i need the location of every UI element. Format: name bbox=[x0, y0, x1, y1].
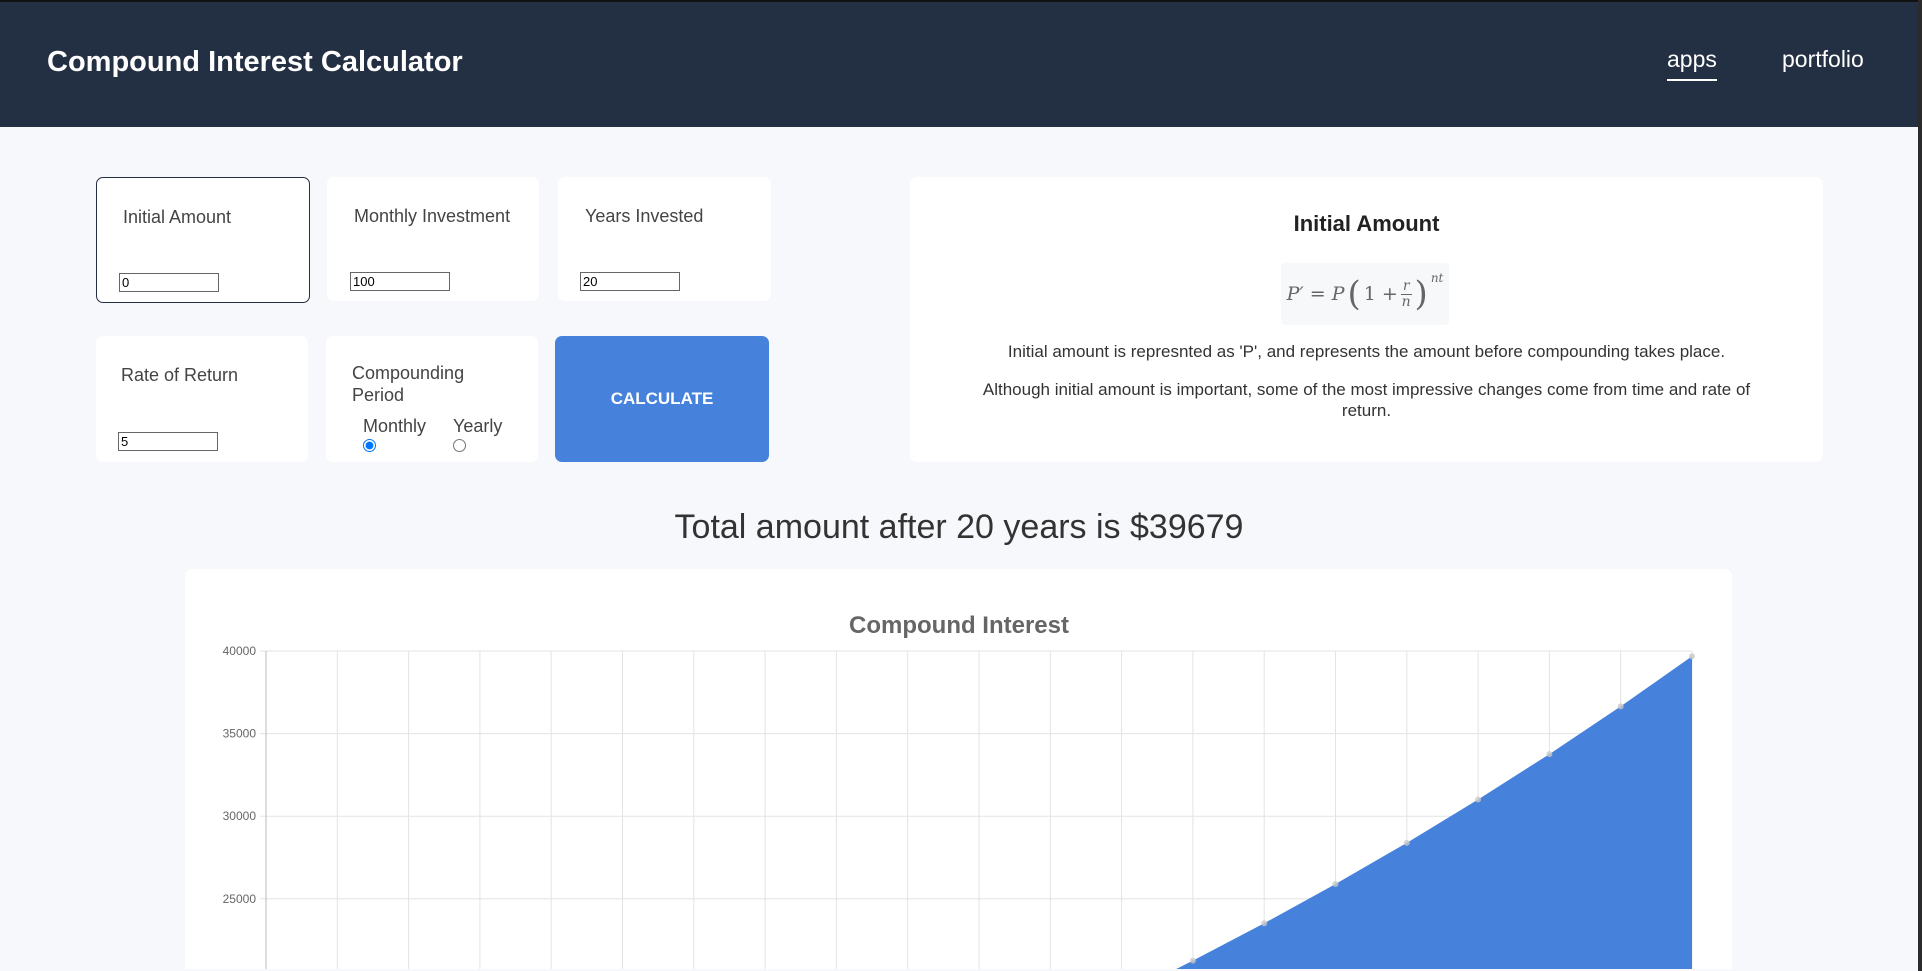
compound-interest-chart: 40000 35000 30000 25000 Compound Interest bbox=[223, 612, 1695, 969]
calculate-button[interactable]: CALCULATE bbox=[555, 336, 769, 462]
data-point bbox=[1189, 957, 1196, 964]
y-tick-label: 30000 bbox=[223, 809, 257, 823]
initial-amount-input[interactable] bbox=[119, 273, 219, 292]
nav-apps[interactable]: apps bbox=[1667, 46, 1717, 81]
window-edge bbox=[1918, 0, 1922, 971]
rate-of-return-label: Rate of Return bbox=[121, 365, 239, 385]
years-invested-label: Years Invested bbox=[585, 206, 704, 226]
chart-card: 40000 35000 30000 25000 Compound Interest bbox=[185, 569, 1732, 969]
monthly-investment-label: Monthly Investment bbox=[354, 206, 511, 226]
rate-of-return-card[interactable]: Rate of Return bbox=[96, 336, 308, 462]
data-point bbox=[1546, 751, 1553, 758]
data-point bbox=[1261, 920, 1268, 927]
initial-amount-card[interactable]: Initial Amount bbox=[96, 177, 310, 303]
initial-amount-label: Initial Amount bbox=[123, 207, 232, 227]
compounding-period-label: Compounding Period bbox=[352, 363, 465, 405]
app-title: Compound Interest Calculator bbox=[47, 46, 463, 78]
nav-portfolio[interactable]: portfolio bbox=[1782, 46, 1864, 73]
info-title: Initial Amount bbox=[1293, 211, 1440, 236]
monthly-investment-input[interactable] bbox=[350, 272, 450, 291]
data-point bbox=[1403, 839, 1410, 846]
radio-yearly-input[interactable] bbox=[453, 439, 466, 452]
monthly-investment-card[interactable]: Monthly Investment bbox=[327, 177, 539, 301]
data-point bbox=[1617, 703, 1624, 710]
radio-monthly[interactable]: Monthly bbox=[363, 416, 426, 452]
radio-monthly-label: Monthly bbox=[363, 416, 427, 436]
compounding-period-card: Compounding Period Monthly Yearly bbox=[326, 336, 538, 462]
y-tick-label: 40000 bbox=[223, 644, 257, 658]
radio-yearly-label: Yearly bbox=[453, 416, 503, 436]
data-point bbox=[1332, 881, 1339, 888]
radio-monthly-input[interactable] bbox=[363, 439, 376, 452]
y-tick-label: 35000 bbox=[223, 727, 257, 741]
radio-yearly[interactable]: Yearly bbox=[453, 416, 502, 452]
area-series bbox=[1176, 656, 1692, 969]
years-invested-input[interactable] bbox=[580, 272, 680, 291]
formula: P′ = P(1 + r n) nt bbox=[1281, 263, 1449, 325]
data-point bbox=[1475, 796, 1482, 803]
y-tick-label: 25000 bbox=[223, 892, 257, 906]
info-paragraph-1: Initial amount is represnted as 'P', and… bbox=[1007, 342, 1726, 361]
years-invested-card[interactable]: Years Invested bbox=[558, 177, 771, 301]
info-panel: Initial Amount P′ = P(1 + r n) nt Initial … bbox=[910, 177, 1823, 462]
data-point bbox=[1689, 653, 1695, 660]
rate-of-return-input[interactable] bbox=[118, 432, 218, 451]
total-result: Total amount after 20 years is $39679 bbox=[674, 508, 1244, 546]
info-paragraph-2: Although initial amount is important, so… bbox=[982, 380, 1751, 420]
app-header: Compound Interest Calculator apps portfo… bbox=[0, 0, 1918, 127]
chart-title: Compound Interest bbox=[849, 612, 1069, 639]
